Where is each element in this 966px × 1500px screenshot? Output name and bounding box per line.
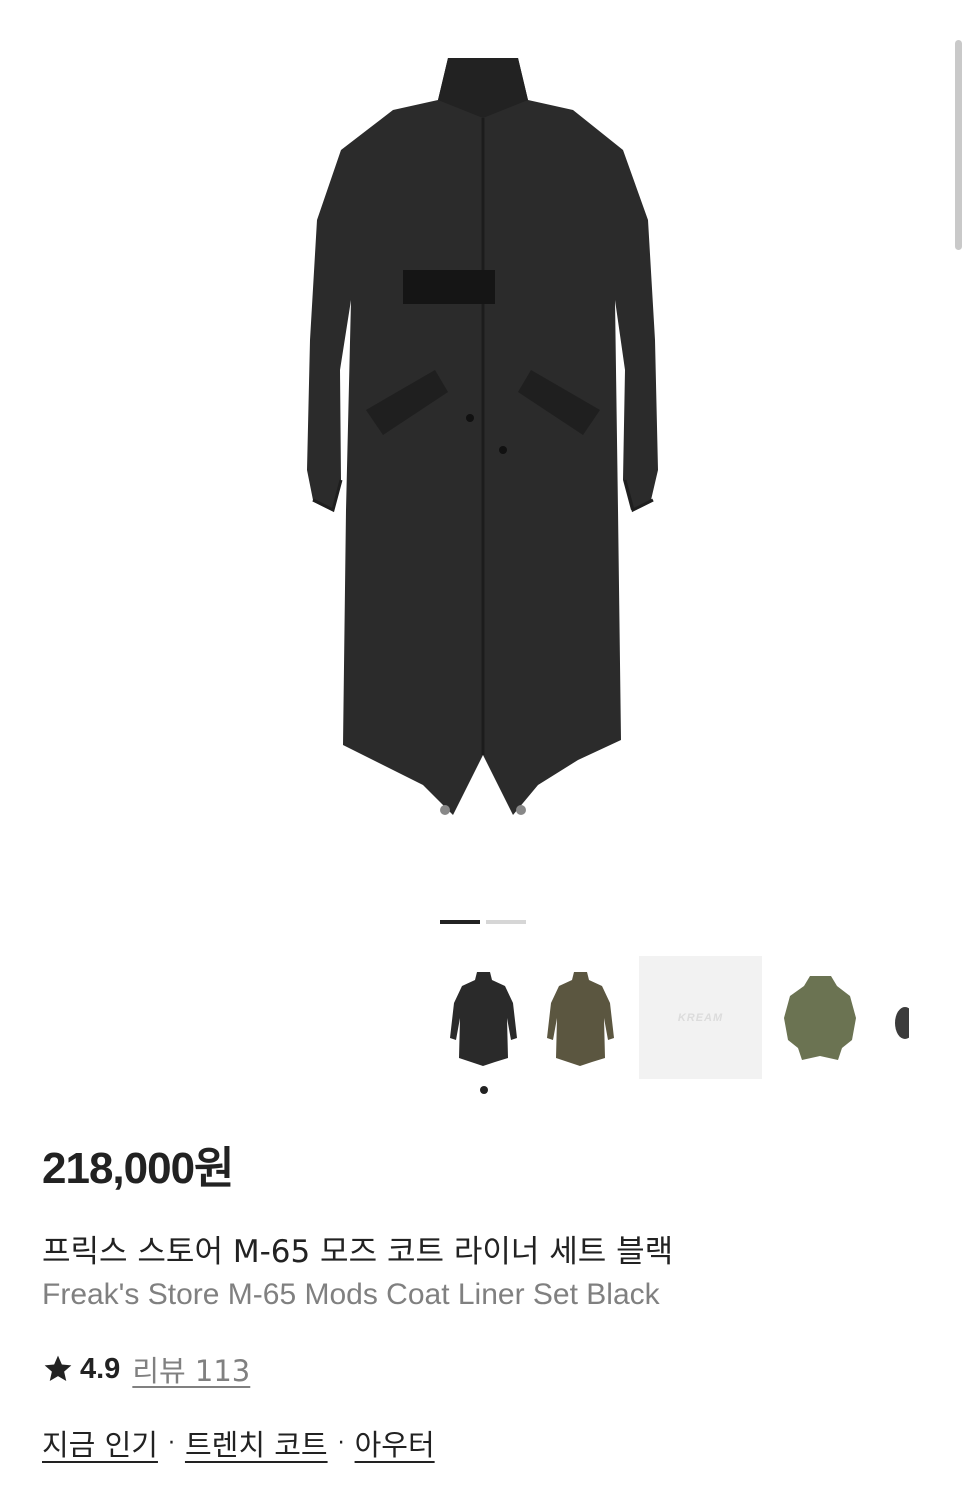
thumbnail-olive-coat-image — [547, 971, 614, 1066]
tag-separator: · — [337, 1430, 345, 1456]
coat-image — [307, 58, 658, 815]
product-image[interactable] — [0, 0, 966, 900]
tag-outer[interactable]: 아우터 — [355, 1422, 435, 1464]
thumbnail-kream-placeholder[interactable]: KREAM — [639, 956, 762, 1079]
tag-trending[interactable]: 지금 인기 — [42, 1422, 158, 1464]
star-icon — [44, 1355, 72, 1381]
kream-logo: KREAM — [677, 1011, 724, 1024]
category-tags: 지금 인기 · 트렌치 코트 · 아우터 — [42, 1422, 435, 1464]
review-count-link[interactable]: 리뷰 113 — [132, 1348, 250, 1390]
thumbnail-green-coat[interactable] — [782, 956, 859, 1079]
product-name-english: Freak's Store M-65 Mods Coat Liner Set B… — [42, 1278, 660, 1311]
thumbnail-green-coat-image — [784, 975, 856, 1060]
rating-value: 4.9 — [80, 1352, 121, 1385]
thumbnail-black-coat[interactable] — [445, 956, 522, 1079]
pager-dot-1[interactable] — [440, 920, 480, 924]
product-name-korean: 프릭스 스토어 M-65 모즈 코트 라이너 세트 블랙 — [42, 1234, 674, 1270]
product-price: 218,000원 — [42, 1144, 235, 1193]
image-pager — [0, 920, 966, 924]
thumbnail-strip[interactable]: KREAM — [445, 956, 966, 1081]
tag-trench-coat[interactable]: 트렌치 코트 — [185, 1422, 328, 1464]
thumbnail-partial[interactable] — [879, 956, 909, 1079]
thumbnail-partial-image — [895, 1006, 909, 1039]
thumbnail-olive-coat[interactable] — [542, 956, 619, 1079]
thumbnail-black-coat-image — [450, 971, 517, 1066]
tag-separator: · — [167, 1430, 175, 1456]
pager-dot-2[interactable] — [486, 920, 526, 924]
rating-row: 4.9 리뷰 113 — [42, 1348, 250, 1390]
thumbnail-selected-indicator — [480, 1086, 488, 1094]
